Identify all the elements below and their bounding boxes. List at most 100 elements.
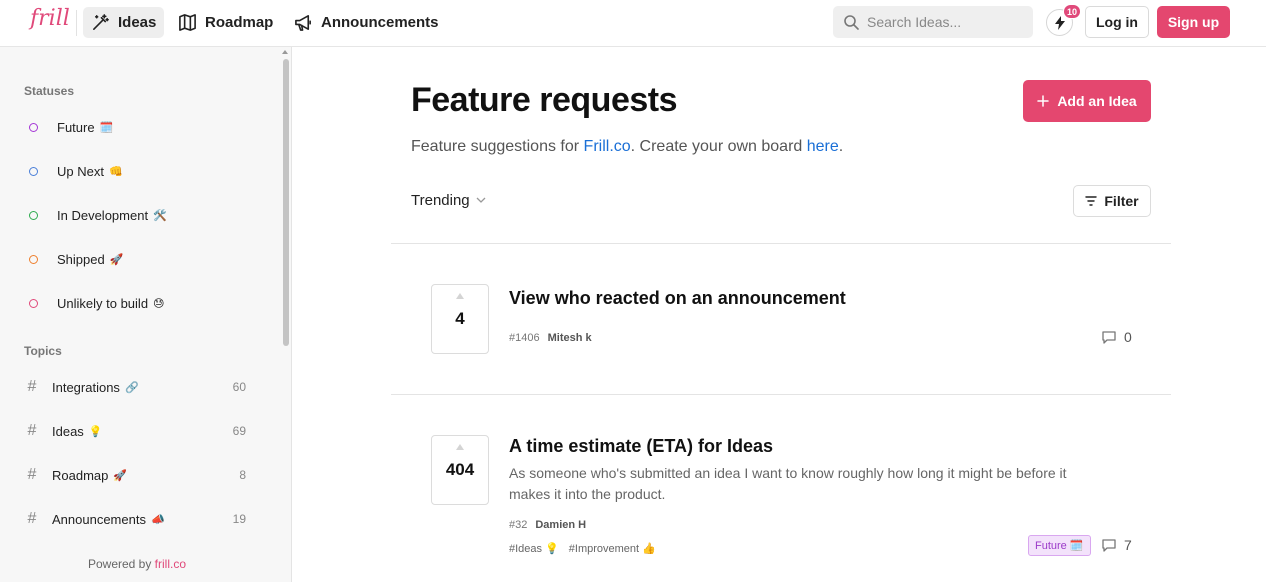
calendar-emoji-icon: 🗓️ bbox=[99, 121, 114, 134]
idea-meta: #32 Damien H bbox=[509, 519, 586, 531]
filter-icon bbox=[1085, 196, 1098, 206]
link-emoji-icon: 🔗 bbox=[124, 381, 139, 394]
idea-tags: #Ideas 💡 #Improvement 👍 bbox=[509, 542, 656, 555]
subtitle-text: . bbox=[838, 138, 844, 155]
topic-label: Roadmap bbox=[52, 467, 109, 483]
add-idea-button[interactable]: Add an Idea bbox=[1023, 80, 1151, 122]
comment-count-value: 7 bbox=[1124, 537, 1132, 553]
powered-by: Powered by frill.co bbox=[0, 557, 274, 571]
vote-count: 404 bbox=[445, 460, 475, 479]
search-icon bbox=[844, 15, 859, 30]
status-label: Future bbox=[57, 119, 95, 135]
top-header: frill Ideas Roadmap Announcements 10 Log… bbox=[0, 0, 1266, 47]
topics-heading: Topics bbox=[24, 344, 62, 358]
hash-icon: # bbox=[27, 510, 37, 527]
idea-description: As someone who's submitted an idea I wan… bbox=[509, 465, 1067, 502]
nav-announcements[interactable]: Announcements bbox=[286, 7, 447, 38]
statuses-heading: Statuses bbox=[24, 84, 75, 98]
status-label: In Development bbox=[57, 207, 149, 223]
nav-ideas-label: Ideas bbox=[118, 14, 157, 31]
idea-author[interactable]: Damien H bbox=[535, 519, 586, 531]
login-button[interactable]: Log in bbox=[1085, 6, 1149, 38]
vote-count: 4 bbox=[455, 309, 465, 328]
notification-count-badge: 10 bbox=[1063, 4, 1082, 19]
status-dot-icon bbox=[29, 254, 38, 264]
idea-title[interactable]: View who reacted on an announcement bbox=[509, 288, 846, 309]
page-title: Feature requests bbox=[411, 81, 678, 119]
logo-divider bbox=[76, 10, 77, 36]
nav-roadmap-label: Roadmap bbox=[205, 14, 274, 31]
page-subtitle: Feature suggestions for Frill.co. Create… bbox=[411, 138, 843, 156]
comment-icon bbox=[1102, 330, 1116, 344]
topic-item-integrations[interactable]: # Integrations 🔗 60 bbox=[24, 375, 246, 399]
topic-label: Announcements bbox=[52, 511, 146, 527]
status-item-up-next[interactable]: Up Next 👊 bbox=[24, 159, 246, 183]
tag-improvement[interactable]: #Improvement 👍 bbox=[569, 542, 656, 555]
list-divider bbox=[391, 394, 1171, 395]
megaphone-icon bbox=[295, 15, 311, 31]
powered-by-text: Powered by bbox=[87, 557, 155, 571]
idea-meta: #1406 Mitesh k bbox=[509, 332, 592, 344]
sort-label: Trending bbox=[411, 192, 470, 209]
hash-icon: # bbox=[27, 466, 37, 483]
rocket-emoji-icon: 🚀 bbox=[109, 253, 124, 266]
status-badge: Future 🗓️ bbox=[1028, 535, 1091, 556]
hash-icon: # bbox=[27, 378, 37, 395]
lightning-icon bbox=[1054, 15, 1065, 30]
sidebar-scrollbar[interactable] bbox=[283, 59, 289, 346]
hash-icon: # bbox=[27, 422, 37, 439]
scroll-up-arrow[interactable] bbox=[282, 50, 288, 54]
status-item-unlikely[interactable]: Unlikely to build 😓 bbox=[24, 291, 246, 315]
filter-button[interactable]: Filter bbox=[1073, 185, 1151, 217]
status-label: Shipped bbox=[57, 251, 105, 267]
create-board-link[interactable]: here bbox=[807, 138, 839, 155]
comment-count-value: 0 bbox=[1124, 329, 1132, 345]
topic-item-roadmap[interactable]: # Roadmap 🚀 8 bbox=[24, 463, 246, 487]
idea-author[interactable]: Mitesh k bbox=[548, 332, 592, 344]
sort-dropdown[interactable]: Trending bbox=[411, 192, 486, 209]
topic-label: Ideas bbox=[52, 423, 84, 439]
tag-ideas[interactable]: #Ideas 💡 bbox=[509, 542, 559, 555]
status-dot-icon bbox=[29, 122, 38, 132]
idea-title[interactable]: A time estimate (ETA) for Ideas bbox=[509, 436, 773, 457]
nav-roadmap[interactable]: Roadmap bbox=[170, 7, 281, 38]
status-dot-icon bbox=[29, 298, 38, 308]
powered-by-link[interactable]: frill.co bbox=[155, 557, 186, 571]
status-dot-icon bbox=[29, 166, 38, 176]
rocket-emoji-icon: 🚀 bbox=[113, 469, 128, 482]
subtitle-text: . Create your own board bbox=[630, 138, 807, 155]
status-label: Up Next bbox=[57, 163, 104, 179]
nav-ideas[interactable]: Ideas bbox=[83, 7, 165, 38]
tools-emoji-icon: 🛠️ bbox=[153, 209, 167, 222]
topic-count: 60 bbox=[232, 380, 246, 394]
status-item-in-development[interactable]: In Development 🛠️ bbox=[24, 203, 246, 227]
topic-item-announcements[interactable]: # Announcements 📣 19 bbox=[24, 507, 246, 531]
frill-co-link[interactable]: Frill.co bbox=[584, 138, 631, 155]
map-icon bbox=[179, 14, 196, 31]
status-item-future[interactable]: Future 🗓️ bbox=[24, 115, 246, 139]
chevron-down-icon bbox=[476, 197, 486, 203]
filter-label: Filter bbox=[1104, 193, 1139, 209]
comment-count[interactable]: 0 bbox=[1102, 329, 1132, 345]
lightbulb-emoji-icon: 💡 bbox=[88, 425, 103, 438]
signup-button[interactable]: Sign up bbox=[1157, 6, 1230, 38]
sweat-face-emoji-icon: 😓 bbox=[153, 297, 165, 310]
topic-count: 69 bbox=[232, 424, 246, 438]
magic-wand-icon bbox=[93, 14, 109, 30]
comment-count[interactable]: 7 bbox=[1102, 537, 1132, 553]
frill-logo[interactable]: frill bbox=[30, 6, 70, 31]
upvote-button[interactable]: 4 bbox=[431, 284, 489, 354]
upvote-button[interactable]: 404 bbox=[431, 435, 489, 505]
subtitle-text: Feature suggestions for bbox=[411, 138, 584, 155]
topic-count: 8 bbox=[239, 468, 246, 482]
sidebar: Statuses Future 🗓️ Up Next 👊 In Developm… bbox=[0, 47, 292, 582]
status-item-shipped[interactable]: Shipped 🚀 bbox=[24, 247, 246, 271]
search-input[interactable] bbox=[867, 14, 1017, 30]
topic-item-ideas[interactable]: # Ideas 💡 69 bbox=[24, 419, 246, 443]
megaphone-emoji-icon: 📣 bbox=[150, 513, 165, 526]
plus-icon bbox=[1037, 95, 1050, 107]
nav-announcements-label: Announcements bbox=[321, 14, 439, 31]
search-box[interactable] bbox=[833, 6, 1033, 38]
idea-id: #1406 bbox=[509, 332, 540, 344]
add-idea-label: Add an Idea bbox=[1057, 93, 1137, 109]
